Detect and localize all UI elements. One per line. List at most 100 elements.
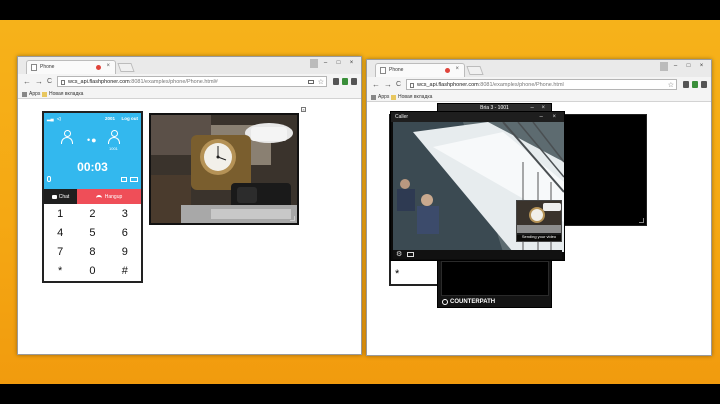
extension-icon[interactable] [692, 81, 698, 88]
recording-icon [445, 68, 450, 73]
menu-icon[interactable] [701, 81, 707, 88]
key-star[interactable]: * [44, 264, 76, 279]
bookmark-label: Новая вкладка [398, 94, 433, 100]
cast-icon[interactable] [308, 80, 314, 84]
caller-video-window: Caller – × Sending your video ⚙ [390, 111, 565, 261]
bookmarks-bar: Apps Новая вкладка [18, 89, 361, 99]
new-tab-button[interactable] [117, 63, 135, 72]
address-bar[interactable]: wcs_api.flashphoner.com:8081/examples/ph… [406, 79, 677, 90]
folder-icon [391, 94, 396, 100]
signal-icon: ▂▄ [47, 116, 54, 121]
bookmarks-bar: Apps Новая вкладка [367, 92, 711, 102]
fullscreen-toggle-icon[interactable]: × [301, 107, 306, 112]
hangup-button[interactable]: Hangup [77, 189, 141, 204]
caller-avatar-icon [61, 130, 73, 144]
caller-controls: ⚙ [393, 250, 562, 259]
call-controls [47, 176, 138, 183]
close-window-button[interactable]: × [696, 62, 707, 71]
reload-button[interactable]: C [47, 77, 52, 86]
forward-button[interactable]: → [384, 80, 392, 89]
bookmark-apps[interactable]: Apps [22, 91, 40, 97]
remote-video-frame [151, 115, 297, 223]
caller-window-controls[interactable]: – × [539, 112, 560, 122]
minimize-button[interactable]: – [670, 62, 681, 71]
key-2[interactable]: 2 [76, 207, 108, 222]
screen-share-icon[interactable] [121, 177, 127, 182]
tab-close-button[interactable]: × [455, 66, 459, 72]
profile-icon[interactable] [660, 62, 668, 71]
url-host: wcs_api.flashphoner.com [68, 79, 130, 85]
gear-icon[interactable]: ⚙ [396, 251, 402, 258]
tab-title: Phone [389, 67, 404, 73]
key-7[interactable]: 7 [44, 245, 76, 260]
phone-topbar: ▂▄ ◁ 2001 Log out [47, 116, 138, 122]
bookmark-apps[interactable]: Apps [371, 94, 389, 100]
chat-bubble-icon [51, 194, 57, 199]
tab-close-button[interactable]: × [106, 63, 110, 69]
profile-icon[interactable] [310, 59, 318, 68]
maximize-button[interactable]: □ [683, 62, 694, 71]
key-3[interactable]: 3 [109, 207, 141, 222]
bookmark-label: Новая вкладка [49, 91, 84, 97]
bookmark-new-tab[interactable]: Новая вкладка [391, 94, 432, 100]
back-button[interactable]: ← [372, 80, 380, 89]
apps-icon [22, 91, 27, 97]
video-camera-icon[interactable] [407, 252, 414, 257]
call-action-buttons: Chat Hangup [44, 189, 141, 204]
key-4[interactable]: 4 [44, 226, 76, 241]
bookmark-new-tab[interactable]: Новая вкладка [42, 91, 83, 97]
self-view-video: Sending your video [516, 200, 562, 242]
speaker-icon[interactable]: ◁ [57, 116, 60, 122]
url-host: wcs_api.flashphoner.com [417, 82, 479, 88]
key-6[interactable]: 6 [109, 226, 141, 241]
counterpath-icon [442, 299, 448, 305]
caller-title: Caller [391, 112, 564, 122]
tab-phone[interactable]: Phone × [375, 63, 465, 77]
phone-widget: ▂▄ ◁ 2001 Log out •● 1001 00:03 Chat Han… [42, 111, 143, 283]
extension-icon[interactable] [333, 78, 339, 85]
chat-button[interactable]: Chat [44, 189, 77, 204]
forward-button[interactable]: → [35, 77, 43, 86]
key-star[interactable]: * [395, 267, 419, 281]
address-bar[interactable]: wcs_api.flashphoner.com:8081/examples/ph… [57, 76, 327, 87]
minimize-button[interactable]: – [320, 59, 331, 68]
own-number: 2001 [104, 116, 115, 121]
video-camera-icon[interactable] [130, 177, 138, 182]
apps-icon [371, 94, 376, 100]
bookmark-star-icon[interactable]: ☆ [318, 78, 324, 86]
recording-icon [96, 65, 101, 70]
callee-avatar-icon [108, 130, 120, 144]
extension-icon[interactable] [683, 81, 689, 88]
counterpath-logo: COUNTERPATH [442, 299, 495, 305]
page-icon [61, 80, 65, 85]
key-0[interactable]: 0 [76, 264, 108, 279]
back-button[interactable]: ← [23, 77, 31, 86]
key-9[interactable]: 9 [109, 245, 141, 260]
key-8[interactable]: 8 [76, 245, 108, 260]
page-icon [380, 67, 386, 74]
tab-phone[interactable]: Phone × [26, 60, 116, 74]
remote-video [149, 113, 299, 225]
resize-handle[interactable] [639, 218, 644, 223]
connecting-dots-icon: •● [87, 135, 98, 145]
resize-handle[interactable] [290, 216, 295, 221]
microphone-icon[interactable] [47, 176, 51, 182]
extension-icon[interactable] [342, 78, 348, 85]
tab-title: Phone [40, 64, 55, 70]
menu-icon[interactable] [351, 78, 357, 85]
tab-strip: Phone × – □ × [18, 57, 361, 74]
bria-panel [441, 261, 549, 296]
bookmark-star-icon[interactable]: ☆ [668, 81, 674, 89]
reload-button[interactable]: C [396, 80, 401, 89]
callee-number: 1001 [109, 146, 118, 151]
new-tab-button[interactable] [466, 66, 484, 75]
logout-link[interactable]: Log out [122, 116, 139, 121]
bookmark-label: Apps [29, 91, 41, 97]
key-1[interactable]: 1 [44, 207, 76, 222]
close-window-button[interactable]: × [346, 59, 357, 68]
maximize-button[interactable]: □ [333, 59, 344, 68]
key-5[interactable]: 5 [76, 226, 108, 241]
folder-icon [42, 91, 47, 97]
brand-label: COUNTERPATH [450, 299, 496, 305]
key-hash[interactable]: # [109, 264, 141, 279]
